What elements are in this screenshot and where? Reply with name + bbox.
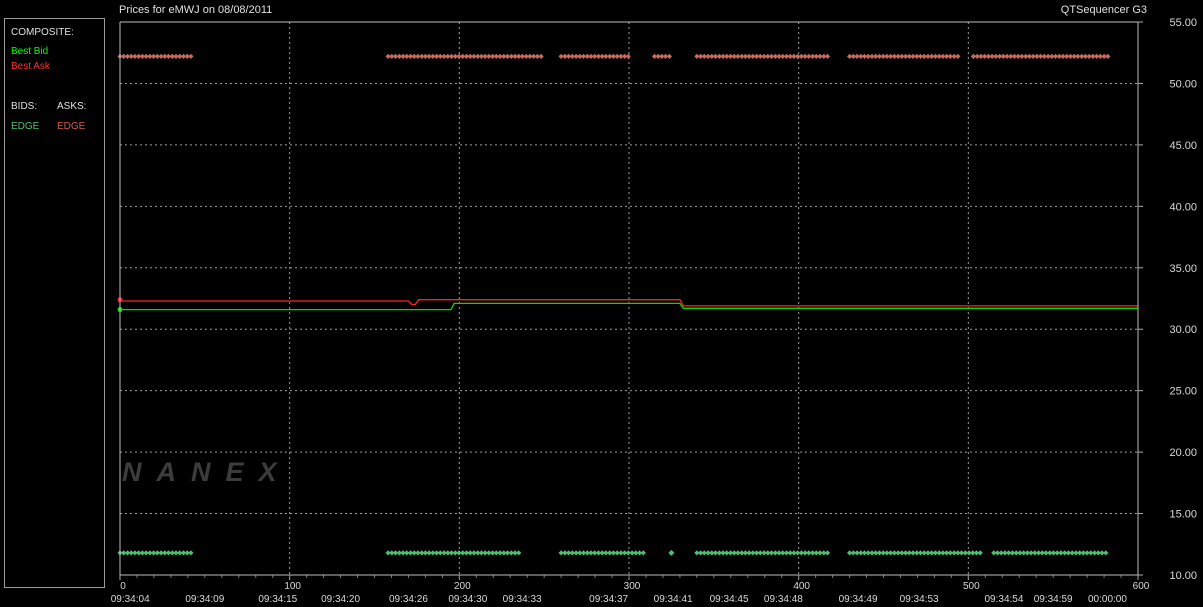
time-label: 09:34:04 xyxy=(111,594,150,605)
time-label: 09:34:30 xyxy=(448,594,487,605)
time-label: 09:34:33 xyxy=(503,594,542,605)
time-label: 09:34:45 xyxy=(710,594,749,605)
time-label: 00:00:00 xyxy=(1088,594,1127,605)
x-tick-label: 0 xyxy=(120,581,126,592)
bid-quote-dot xyxy=(977,550,983,556)
ask-quote-dot xyxy=(188,53,194,59)
ask-quote-dot xyxy=(625,53,631,59)
y-tick-label: 20.00 xyxy=(1169,447,1197,459)
time-label: 09:34:41 xyxy=(654,594,693,605)
bid-quote-dot xyxy=(516,550,522,556)
x-tick-label: 300 xyxy=(624,581,641,592)
y-tick-label: 55.00 xyxy=(1169,17,1197,29)
y-tick-label: 10.00 xyxy=(1169,570,1197,582)
axis-ticks: 10.00 15.00 20.00 25.00 30.00 35.00 40.00 45.00… xyxy=(111,17,1197,605)
x-tick-label: 500 xyxy=(963,581,980,592)
time-label: 09:34:20 xyxy=(321,594,360,605)
time-label: 09:34:09 xyxy=(185,594,224,605)
bid-quote-dot xyxy=(668,549,675,556)
y-tick-label: 30.00 xyxy=(1169,324,1197,336)
time-label: 09:34:37 xyxy=(589,594,628,605)
time-label: 09:34:54 xyxy=(984,594,1023,605)
time-label: 09:34:59 xyxy=(1034,594,1073,605)
x-tick-label: 600 xyxy=(1133,581,1150,592)
y-tick-label: 15.00 xyxy=(1169,509,1197,521)
time-label: 09:34:26 xyxy=(389,594,428,605)
bid-quote-dot xyxy=(640,550,646,556)
ask-quote-dot xyxy=(824,53,831,59)
time-label: 09:34:15 xyxy=(258,594,297,605)
x-tick-label: 400 xyxy=(793,581,810,592)
x-tick-label: 200 xyxy=(454,581,471,592)
watermark: NANEX xyxy=(122,457,292,487)
grid-lines xyxy=(120,22,1138,575)
time-label: 09:34:53 xyxy=(900,594,939,605)
ask-quote-dot xyxy=(955,53,961,59)
bid-quote-dot xyxy=(824,550,831,556)
price-chart: NANEX 10.00 15.00 20.00 25.00 30.00 35.00 40.0… xyxy=(111,17,1197,605)
ask-quote-dot xyxy=(666,53,672,59)
time-label: 09:34:49 xyxy=(839,594,878,605)
price-lines xyxy=(117,297,1138,313)
y-tick-label: 45.00 xyxy=(1169,140,1197,152)
time-label: 09:34:48 xyxy=(764,594,803,605)
bid-quote-dot xyxy=(188,550,194,556)
bid-quote-dot xyxy=(1103,550,1109,556)
x-tick-label: 100 xyxy=(284,581,301,592)
y-tick-label: 25.00 xyxy=(1169,386,1197,398)
y-tick-label: 35.00 xyxy=(1169,263,1197,275)
ask-quote-dot xyxy=(538,53,544,59)
y-tick-label: 40.00 xyxy=(1169,201,1197,213)
ask-quote-dot xyxy=(1105,53,1111,59)
y-tick-label: 50.00 xyxy=(1169,78,1197,90)
